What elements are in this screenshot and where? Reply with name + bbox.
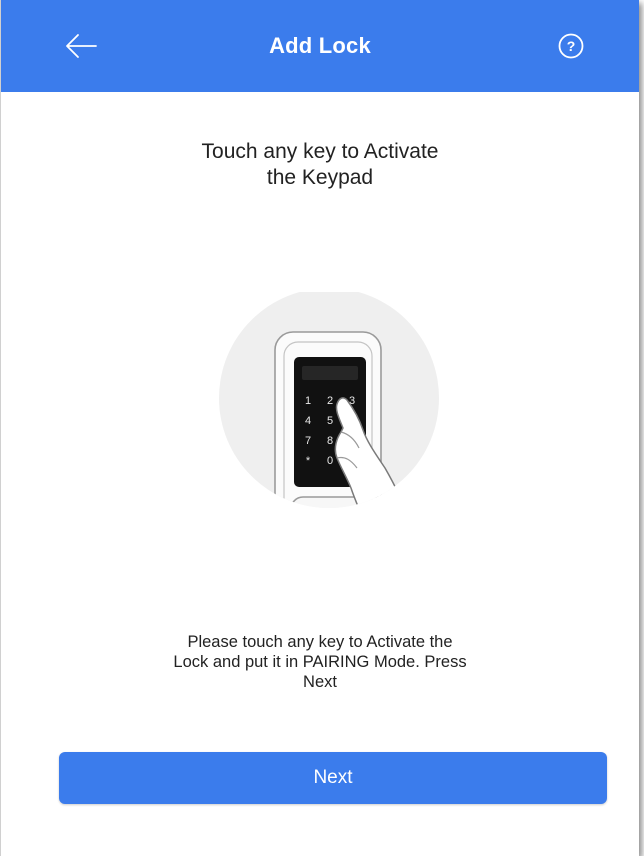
keypad-key: 5	[327, 415, 333, 427]
keypad-key: 1	[305, 395, 311, 407]
heading-line-2: the Keypad	[266, 166, 374, 189]
keypad-key: 7	[305, 435, 311, 447]
app-screen: Add Lock ? Touch any key to Activate the…	[0, 0, 639, 856]
keypad-key: *	[306, 455, 311, 467]
heading-line-1: Touch any key to Activate	[201, 140, 439, 163]
help-glyph: ?	[567, 38, 576, 54]
keypad-key: 8	[327, 435, 333, 447]
instruction-line-2: Lock and put it in PAIRING Mode. Press	[173, 653, 467, 671]
question-circle-icon[interactable]: ?	[557, 32, 585, 60]
keypad-illustration: 123456789*0#	[219, 292, 439, 508]
keypad-key: 4	[305, 415, 311, 427]
instruction-text: Please touch any key to Activate the Loc…	[1, 632, 639, 692]
back-button[interactable]	[59, 26, 103, 66]
instruction-heading: Touch any key to Activate the Keypad	[1, 139, 639, 191]
instruction-line-1: Please touch any key to Activate the	[187, 633, 453, 651]
keypad-key: 0	[327, 455, 333, 467]
next-button-label: Next	[313, 767, 353, 788]
keypad-key: 2	[327, 395, 333, 407]
arrow-left-icon	[66, 34, 97, 58]
app-bar: Add Lock ?	[1, 0, 639, 92]
page-title: Add Lock	[269, 33, 371, 58]
next-button[interactable]: Next	[59, 752, 607, 804]
instruction-line-3: Next	[303, 673, 337, 691]
